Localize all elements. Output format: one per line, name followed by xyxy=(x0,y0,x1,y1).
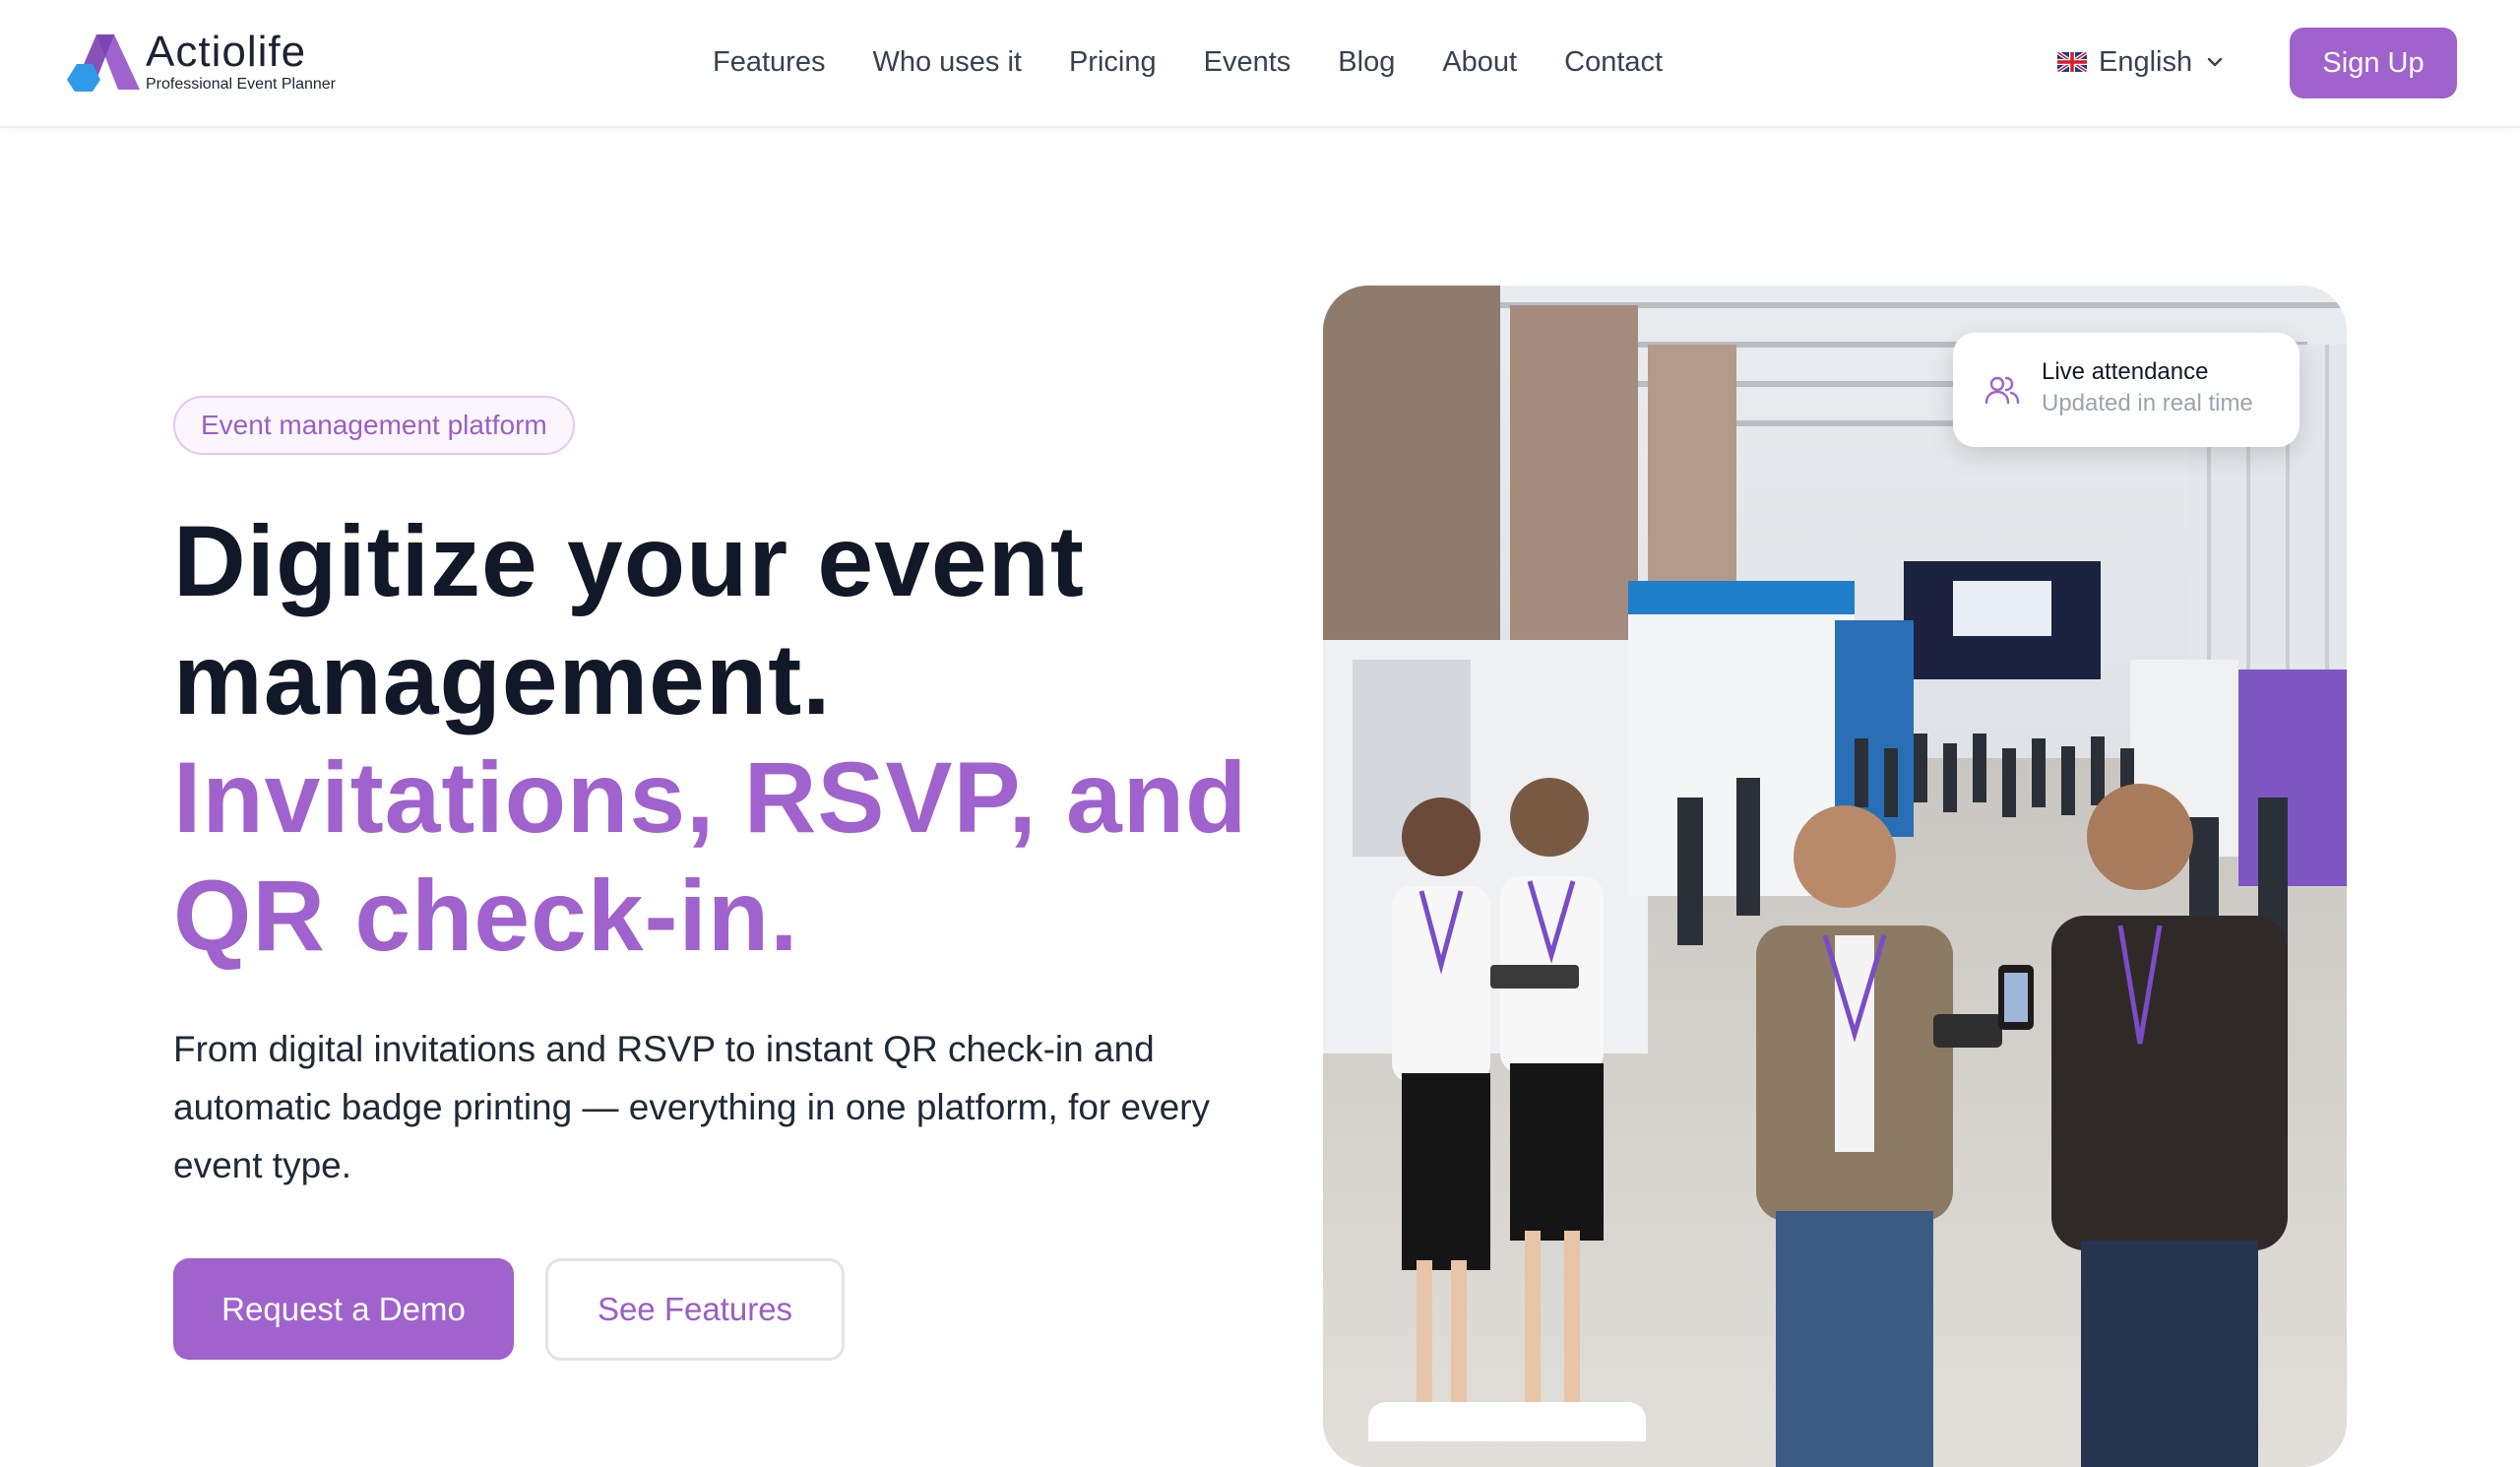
chevron-down-icon xyxy=(2204,51,2226,73)
users-icon xyxy=(1984,372,2020,408)
logo-mark-icon xyxy=(63,31,142,94)
language-selector[interactable]: English xyxy=(2057,39,2226,85)
nav-link-events[interactable]: Events xyxy=(1180,46,1315,79)
nav-link-about[interactable]: About xyxy=(1418,46,1541,79)
live-attendance-card: Live attendance Updated in real time xyxy=(1953,333,2300,447)
nav-link-pricing[interactable]: Pricing xyxy=(1045,46,1180,79)
hero-description: From digital invitations and RSVP to ins… xyxy=(173,1029,1211,1185)
hero-headline: Digitize your event management. Invitati… xyxy=(173,502,1256,975)
nav-link-who-uses-it[interactable]: Who uses it xyxy=(849,46,1045,79)
live-attendance-title: Live attendance xyxy=(2042,358,2209,385)
live-attendance-subtitle: Updated in real time xyxy=(2042,390,2253,416)
language-label: English xyxy=(2099,45,2193,78)
uk-flag-icon xyxy=(2057,52,2087,72)
main-menu: Features Who uses it Pricing Events Blog… xyxy=(689,0,1686,124)
bottom-overlay-card xyxy=(1368,1402,1646,1441)
brand-logo[interactable]: Actiolife Professional Event Planner xyxy=(63,28,336,96)
nav-link-features[interactable]: Features xyxy=(689,46,849,79)
brand-tagline: Professional Event Planner xyxy=(146,76,336,93)
nav-link-contact[interactable]: Contact xyxy=(1541,46,1686,79)
see-features-button[interactable]: See Features xyxy=(545,1258,845,1361)
request-demo-button[interactable]: Request a Demo xyxy=(173,1258,514,1360)
headline-line-2: management. xyxy=(173,623,832,735)
hero-event-photo xyxy=(1323,286,2347,1467)
top-navbar: Actiolife Professional Event Planner Fea… xyxy=(0,0,2520,128)
nav-link-blog[interactable]: Blog xyxy=(1314,46,1418,79)
headline-accent-line-1: Invitations, RSVP, and xyxy=(173,741,1248,854)
headline-line-1: Digitize your event xyxy=(173,505,1085,617)
sign-up-button[interactable]: Sign Up xyxy=(2290,28,2457,98)
brand-name: Actiolife xyxy=(146,28,307,76)
headline-accent-line-2: QR check-in. xyxy=(173,860,799,972)
category-badge: Event management platform xyxy=(173,396,575,455)
